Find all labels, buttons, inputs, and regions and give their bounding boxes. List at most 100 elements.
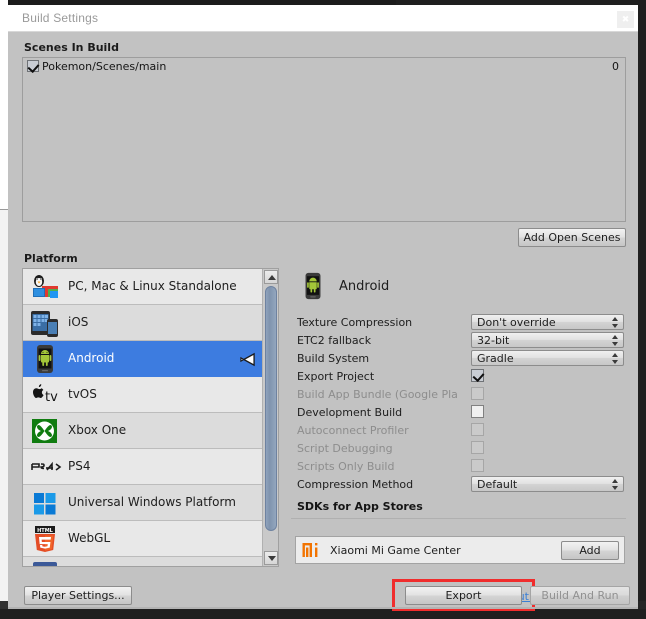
desktop-backdrop-bottom: [0, 609, 646, 619]
platform-item-label: PS4: [68, 459, 91, 473]
platform-item-facebook[interactable]: Facebook: [23, 557, 263, 566]
field-label: Script Debugging: [297, 442, 393, 455]
standalone-icon: [33, 275, 58, 298]
scene-path-label: Pokemon/Scenes/main: [42, 60, 167, 73]
android-icon: [305, 272, 321, 300]
platform-item-label: Xbox One: [68, 423, 127, 437]
platform-item-xbox-one[interactable]: Xbox One: [23, 413, 263, 449]
sdks-heading-row: SDKs for App Stores: [291, 498, 626, 516]
xiaomi-mi-icon: [302, 543, 318, 557]
scrollbar-thumb[interactable]: [265, 286, 277, 531]
scene-list-item[interactable]: Pokemon/Scenes/main 0: [23, 58, 625, 75]
platform-item-label: tvOS: [68, 387, 97, 401]
field-scripts-only-build: Scripts Only Build: [291, 458, 626, 476]
add-open-scenes-button[interactable]: Add Open Scenes: [518, 228, 626, 247]
build-and-run-button: Build And Run: [530, 586, 630, 605]
sdk-add-button[interactable]: Add: [561, 541, 619, 560]
scripts-only-build-checkbox[interactable]: [471, 459, 484, 472]
svg-text:tv: tv: [45, 390, 58, 405]
platform-heading: Platform: [24, 252, 78, 265]
chevron-updown-icon: [612, 317, 619, 328]
platform-item-standalone[interactable]: PC, Mac & Linux Standalone: [23, 269, 263, 305]
platform-item-label: iOS: [68, 315, 89, 329]
export-button[interactable]: Export: [405, 586, 522, 605]
platform-list-scrollbar[interactable]: [262, 269, 278, 566]
window-bottom-edge: [8, 607, 638, 609]
scenes-in-build-heading: Scenes In Build: [24, 41, 119, 54]
chevron-updown-icon: [612, 353, 619, 364]
ios-icon: [31, 311, 58, 337]
sdk-name-label: Xiaomi Mi Game Center: [330, 544, 461, 557]
field-label: Development Build: [297, 406, 403, 419]
platform-item-label: WebGL: [68, 531, 111, 545]
script-debugging-checkbox[interactable]: [471, 441, 484, 454]
platform-item-label: Universal Windows Platform: [68, 495, 236, 509]
screenshot-root: Build Settings ✖ Scenes In Build Pokemon…: [0, 0, 646, 619]
sdks-divider: [291, 518, 626, 519]
chevron-updown-icon: [612, 479, 619, 490]
field-development-build: Development Build: [291, 404, 626, 422]
webgl-icon: HTML: [35, 526, 55, 552]
dropdown-value: Don't override: [477, 316, 556, 329]
field-label: Compression Method: [297, 478, 414, 491]
field-label: Build App Bundle (Google Pla: [297, 388, 458, 401]
export-project-checkbox[interactable]: [471, 369, 484, 382]
sdk-list-item: Xiaomi Mi Game Center Add: [295, 536, 625, 564]
build-settings-window: Build Settings ✖ Scenes In Build Pokemon…: [8, 5, 638, 611]
field-build-system: Build System Gradle: [291, 350, 626, 368]
development-build-checkbox[interactable]: [471, 405, 484, 418]
field-label: Build System: [297, 352, 370, 365]
svg-text:HTML: HTML: [37, 528, 54, 534]
platform-item-label: Android: [68, 351, 115, 365]
scroll-down-arrow[interactable]: [264, 551, 278, 565]
build-app-bundle-checkbox[interactable]: [471, 387, 484, 400]
unity-logo-icon: [240, 352, 255, 367]
scene-build-index: 0: [612, 60, 619, 73]
windows-icon: [34, 493, 56, 515]
compression-method-dropdown[interactable]: Default: [471, 476, 624, 492]
dropdown-value: 32-bit: [477, 334, 510, 347]
window-title: Build Settings: [22, 11, 99, 25]
chevron-updown-icon: [612, 335, 619, 346]
platform-item-uwp[interactable]: Universal Windows Platform: [23, 485, 263, 521]
build-system-dropdown[interactable]: Gradle: [471, 350, 624, 366]
field-export-project: Export Project: [291, 368, 626, 386]
android-icon: [37, 345, 53, 373]
xbox-icon: [32, 419, 57, 443]
field-build-app-bundle: Build App Bundle (Google Pla: [291, 386, 626, 404]
player-settings-button[interactable]: Player Settings...: [24, 586, 132, 605]
field-label: ETC2 fallback: [297, 334, 372, 347]
autoconnect-profiler-checkbox[interactable]: [471, 423, 484, 436]
ps4-icon: [31, 461, 62, 471]
tvos-icon: tv: [33, 384, 58, 405]
scenes-in-build-list[interactable]: Pokemon/Scenes/main 0: [22, 57, 626, 222]
android-settings-panel: Android Texture Compression Don't overri…: [291, 268, 626, 567]
field-label: Export Project: [297, 370, 375, 383]
platform-list-inner: PC, Mac & Linux Standalone iOS Android t…: [23, 269, 263, 566]
selected-platform-name: Android: [339, 279, 390, 294]
platform-item-android[interactable]: Android: [23, 341, 263, 377]
desktop-backdrop-right: [638, 0, 646, 619]
platform-list[interactable]: PC, Mac & Linux Standalone iOS Android t…: [22, 268, 279, 567]
texture-compression-dropdown[interactable]: Don't override: [471, 314, 624, 330]
dropdown-value: Gradle: [477, 352, 514, 365]
window-body: Scenes In Build Pokemon/Scenes/main 0 Ad…: [8, 32, 638, 611]
platform-item-ios[interactable]: iOS: [23, 305, 263, 341]
etc2-fallback-dropdown[interactable]: 32-bit: [471, 332, 624, 348]
dropdown-value: Default: [477, 478, 518, 491]
scroll-up-arrow[interactable]: [264, 270, 278, 284]
close-icon[interactable]: ✖: [617, 11, 634, 28]
platform-item-label: PC, Mac & Linux Standalone: [68, 279, 237, 293]
platform-item-webgl[interactable]: HTML WebGL: [23, 521, 263, 557]
field-etc2-fallback: ETC2 fallback 32-bit: [291, 332, 626, 350]
field-script-debugging: Script Debugging: [291, 440, 626, 458]
field-label: Autoconnect Profiler: [297, 424, 409, 437]
field-label: Scripts Only Build: [297, 460, 395, 473]
platform-item-ps4[interactable]: PS4: [23, 449, 263, 485]
platform-item-tvos[interactable]: tv tvOS: [23, 377, 263, 413]
field-label: Texture Compression: [297, 316, 413, 329]
sdks-for-app-stores-heading: SDKs for App Stores: [297, 500, 423, 513]
field-autoconnect-profiler: Autoconnect Profiler: [291, 422, 626, 440]
scene-enabled-checkbox[interactable]: [27, 60, 39, 72]
facebook-icon: [33, 562, 57, 566]
